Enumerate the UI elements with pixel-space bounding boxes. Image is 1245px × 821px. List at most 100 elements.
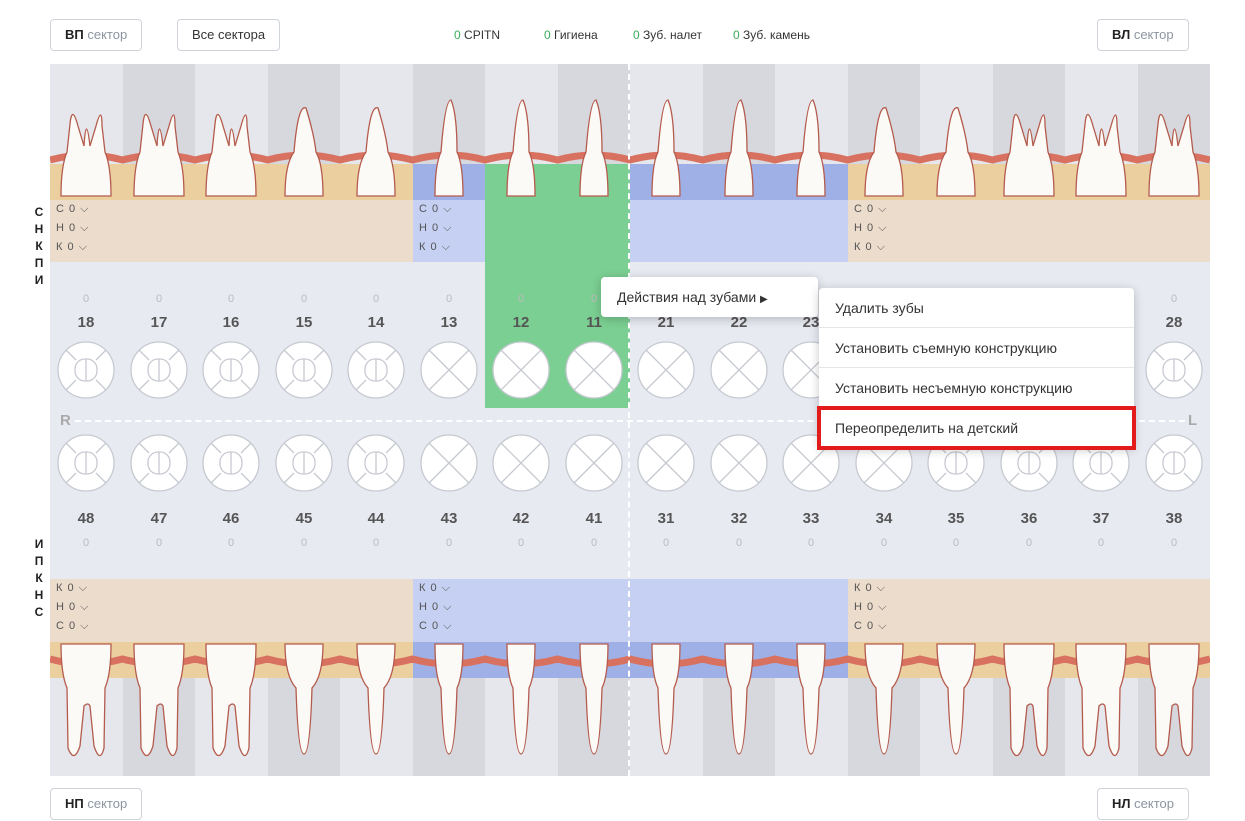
tooth-number: 12: [512, 314, 530, 331]
tooth-outline: [1148, 113, 1200, 197]
sector-measure-select[interactable]: К 0 ⌵: [854, 581, 886, 596]
tooth-shape[interactable]: [413, 64, 485, 204]
lower-left-sector-button[interactable]: НЛ сектор: [1097, 788, 1189, 820]
tooth-surface-icon[interactable]: [274, 340, 334, 400]
missing-tooth-icon[interactable]: [636, 433, 696, 493]
tooth-shape[interactable]: [340, 636, 412, 776]
sector-measure-select[interactable]: С 0 ⌵: [419, 202, 453, 217]
tooth-outline: [1148, 643, 1200, 757]
sector-measure-select[interactable]: С 0 ⌵: [56, 619, 90, 634]
tooth-shape[interactable]: [848, 64, 920, 204]
tooth-number: 15: [295, 314, 313, 331]
missing-tooth-icon[interactable]: [709, 340, 769, 400]
tooth-actions-menu-item[interactable]: Действия над зубами ▶: [601, 277, 818, 317]
hygiene-indicator[interactable]: 0 Гигиена: [544, 28, 598, 42]
sector-measure-select[interactable]: С 0 ⌵: [56, 202, 90, 217]
tooth-shape[interactable]: [848, 636, 920, 776]
tooth-shape[interactable]: [558, 636, 630, 776]
tooth-shape[interactable]: [195, 64, 267, 204]
missing-tooth-icon[interactable]: [491, 433, 551, 493]
lower-right-sector-button[interactable]: НП сектор: [50, 788, 143, 820]
tooth-shape[interactable]: [195, 636, 267, 776]
tooth-shape[interactable]: [50, 64, 122, 204]
probing-value: 0: [155, 293, 163, 305]
tooth-surface-icon[interactable]: [201, 340, 261, 400]
redefine-to-child-item[interactable]: Переопределить на детский: [817, 406, 1136, 450]
tooth-shape[interactable]: [558, 64, 630, 204]
missing-tooth-icon[interactable]: [419, 433, 479, 493]
sector-grid: [268, 200, 340, 262]
tooth-surface-icon[interactable]: [346, 433, 406, 493]
tartar-indicator[interactable]: 0 Зуб. камень: [733, 28, 810, 42]
tooth-shape[interactable]: [703, 64, 775, 204]
tooth-shape[interactable]: [775, 64, 847, 204]
tooth-shape[interactable]: [630, 636, 702, 776]
tooth-surface-icon[interactable]: [1144, 433, 1204, 493]
tooth-shape[interactable]: [703, 636, 775, 776]
sector-grid: [630, 200, 703, 262]
sector-grid: [268, 579, 340, 642]
sector-measure-select[interactable]: К 0 ⌵: [56, 240, 88, 255]
upper-right-sector-button[interactable]: ВП сектор: [50, 19, 143, 51]
side-label: К: [35, 571, 43, 585]
tooth-surface-icon[interactable]: [129, 433, 189, 493]
tooth-surface-icon[interactable]: [274, 433, 334, 493]
missing-tooth-icon[interactable]: [491, 340, 551, 400]
install-removable-item[interactable]: Установить съемную конструкцию: [819, 328, 1134, 368]
sector-measure-select[interactable]: Н 0 ⌵: [419, 600, 453, 615]
tooth-surface-icon[interactable]: [201, 433, 261, 493]
sector-measure-select[interactable]: С 0 ⌵: [419, 619, 453, 634]
tooth-surface-icon[interactable]: [56, 340, 116, 400]
tooth-shape[interactable]: [1065, 64, 1137, 204]
missing-tooth-icon[interactable]: [564, 340, 624, 400]
tooth-shape[interactable]: [993, 64, 1065, 204]
tooth-shape[interactable]: [268, 64, 340, 204]
tooth-shape[interactable]: [50, 636, 122, 776]
all-sectors-button[interactable]: Все сектора: [177, 19, 281, 51]
tooth-shape[interactable]: [340, 64, 412, 204]
tooth-shape[interactable]: [1065, 636, 1137, 776]
tooth-shape[interactable]: [485, 64, 557, 204]
install-fixed-item[interactable]: Установить несъемную конструкцию: [819, 368, 1134, 408]
tooth-shape[interactable]: [123, 636, 195, 776]
tooth-shape[interactable]: [993, 636, 1065, 776]
delete-teeth-item[interactable]: Удалить зубы: [819, 288, 1134, 328]
sector-measure-select[interactable]: К 0 ⌵: [56, 581, 88, 596]
sector-measure-select[interactable]: Н 0 ⌵: [854, 221, 888, 236]
tooth-shape[interactable]: [1138, 64, 1210, 204]
tooth-shape[interactable]: [413, 636, 485, 776]
tooth-surface-icon[interactable]: [346, 340, 406, 400]
sector-measure-select[interactable]: Н 0 ⌵: [854, 600, 888, 615]
side-label: И: [34, 537, 44, 551]
tooth-shape[interactable]: [920, 64, 992, 204]
tooth-number: 47: [150, 510, 168, 527]
sector-measure-select[interactable]: К 0 ⌵: [419, 581, 451, 596]
tooth-surface-icon[interactable]: [56, 433, 116, 493]
missing-tooth-icon[interactable]: [709, 433, 769, 493]
cpitn-indicator[interactable]: 0 CPITN: [454, 28, 500, 42]
sector-measure-select[interactable]: Н 0 ⌵: [56, 600, 90, 615]
tooth-shape[interactable]: [485, 636, 557, 776]
upper-left-sector-button[interactable]: ВЛ сектор: [1097, 19, 1189, 51]
sector-measure-select[interactable]: С 0 ⌵: [854, 202, 888, 217]
caret-right-icon: ▶: [760, 294, 768, 305]
tooth-surface-icon[interactable]: [129, 340, 189, 400]
tooth-shape[interactable]: [268, 636, 340, 776]
sector-measure-select[interactable]: С 0 ⌵: [854, 619, 888, 634]
sector-measure-select[interactable]: Н 0 ⌵: [419, 221, 453, 236]
missing-tooth-icon[interactable]: [636, 340, 696, 400]
plaque-indicator[interactable]: 0 Зуб. налет: [633, 28, 702, 42]
tooth-shape[interactable]: [630, 64, 702, 204]
missing-tooth-icon[interactable]: [419, 340, 479, 400]
side-label: С: [34, 205, 44, 219]
sector-measure-select[interactable]: К 0 ⌵: [419, 240, 451, 255]
tooth-shape[interactable]: [775, 636, 847, 776]
tooth-number: 41: [585, 510, 603, 527]
tooth-surface-icon[interactable]: [1144, 340, 1204, 400]
sector-measure-select[interactable]: К 0 ⌵: [854, 240, 886, 255]
tooth-shape[interactable]: [920, 636, 992, 776]
sector-measure-select[interactable]: Н 0 ⌵: [56, 221, 90, 236]
tooth-shape[interactable]: [123, 64, 195, 204]
tooth-shape[interactable]: [1138, 636, 1210, 776]
missing-tooth-icon[interactable]: [564, 433, 624, 493]
